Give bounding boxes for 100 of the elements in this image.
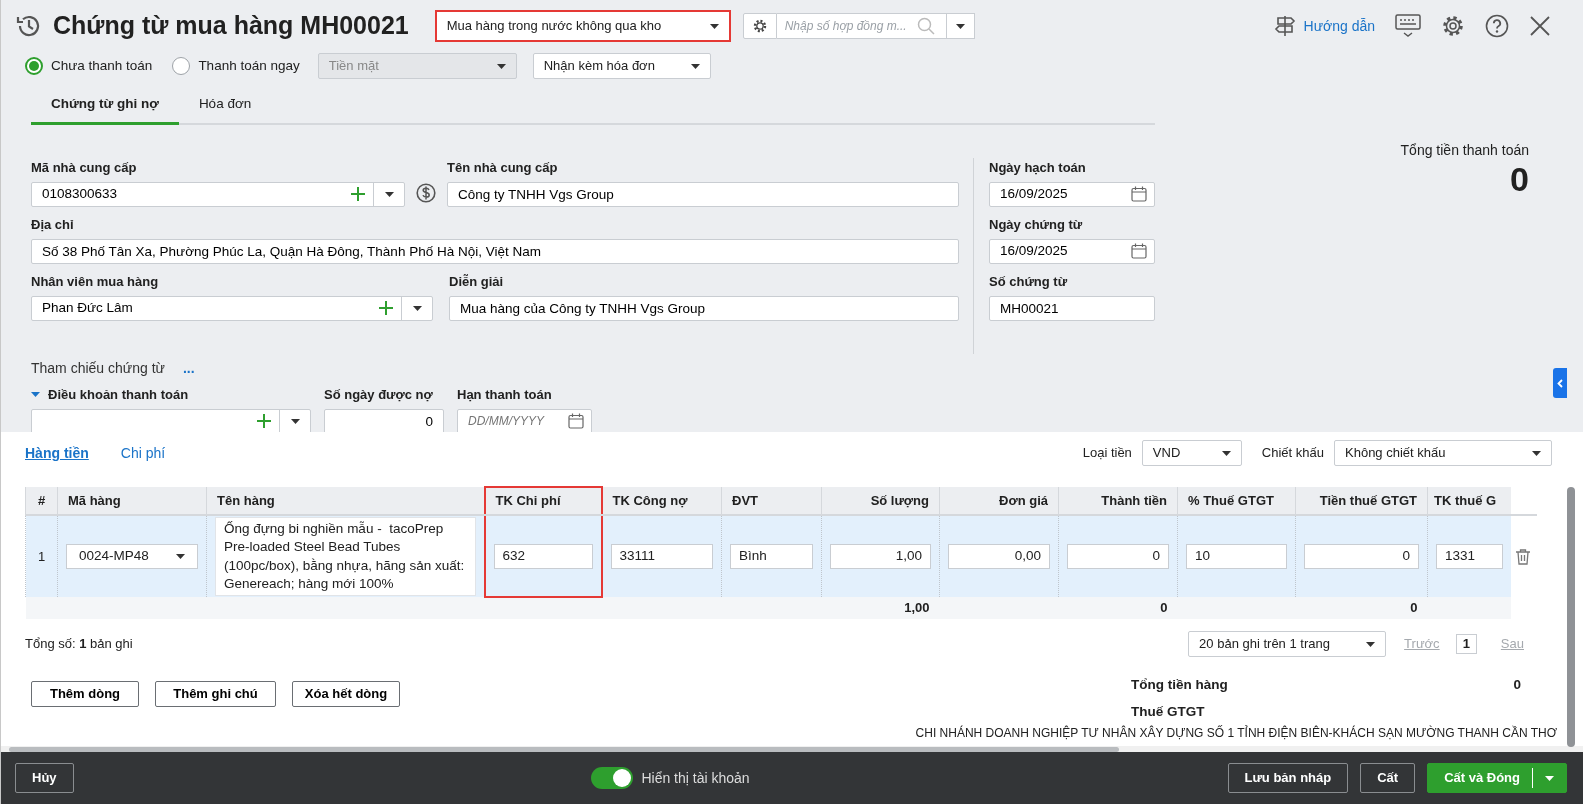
input-field[interactable]: 0108300633 <box>32 184 351 205</box>
field-label: Mã nhà cung cấp <box>31 159 138 178</box>
chevron-left-icon <box>1557 378 1563 388</box>
calendar-icon[interactable] <box>568 413 584 430</box>
plus-icon[interactable] <box>379 301 393 316</box>
tab[interactable]: Hóa đơn <box>178 88 272 126</box>
close-icon[interactable] <box>1529 15 1551 37</box>
settings-button[interactable] <box>742 13 777 39</box>
action-button[interactable]: Thêm dòng <box>31 681 139 707</box>
search-field[interactable]: Nhập số hợp đồng m... <box>776 13 975 39</box>
action-button[interactable]: Thêm ghi chú <box>155 681 276 707</box>
column-header[interactable]: Thành tiền <box>1058 487 1178 515</box>
tab[interactable]: Chi phí <box>120 442 166 464</box>
dropdown[interactable]: VND <box>1141 440 1242 466</box>
footer-button[interactable]: Lưu bản nháp <box>1227 763 1349 793</box>
input-field[interactable]: 16/09/2025 <box>990 241 1124 262</box>
column-header[interactable]: TK Công nợ <box>601 487 722 515</box>
total-value: 1,00 <box>903 599 930 618</box>
input-field[interactable]: Công ty TNHH Vgs Group <box>447 181 959 207</box>
field-label: Tên nhà cung cấp <box>447 159 559 178</box>
plus-icon[interactable] <box>257 414 271 429</box>
input-field[interactable]: 1331 <box>1436 544 1503 569</box>
settings-icon[interactable] <box>1441 14 1465 38</box>
calendar-icon[interactable] <box>1131 243 1147 260</box>
input-field[interactable]: 33111 <box>610 544 713 569</box>
settings-icon <box>752 19 767 33</box>
tab[interactable]: Hàng tiền <box>25 442 89 464</box>
column-header[interactable]: Tiền thuế GTGT <box>1295 487 1428 515</box>
input-field[interactable]: Phan Đức Lâm <box>32 298 379 319</box>
dropdown[interactable]: 0024-MP48 <box>66 544 198 569</box>
action-button[interactable]: Xóa hết dòng <box>292 681 400 707</box>
column-header[interactable]: Tên hàng <box>206 487 485 515</box>
input-field[interactable]: 0,00 <box>948 544 1050 569</box>
radio-button[interactable] <box>172 57 191 75</box>
field-label: Hạn thanh toán <box>457 386 553 405</box>
cancel-button[interactable]: Hủy <box>15 763 74 793</box>
column-header[interactable]: ĐVT <box>721 487 822 515</box>
caret-icon <box>690 63 700 69</box>
text-area[interactable]: Ống đựng bi nghiền mẫu - tacoPrep Pre-loaded Steel Bead Tubes (100pc/box), bằng nhựa, hãng sản xuất: Genereach; hàng mới 100% <box>215 517 476 596</box>
column-header[interactable]: % Thuế GTGT <box>1177 487 1296 515</box>
page-number[interactable]: 1 <box>1455 634 1477 654</box>
trash-icon[interactable] <box>1514 549 1531 566</box>
help-icon[interactable] <box>1485 14 1509 38</box>
more-link[interactable]: ... <box>182 358 195 380</box>
keyboard-icon[interactable] <box>1395 14 1421 38</box>
date-field[interactable]: DD/MM/YYYY <box>457 408 592 434</box>
caret-icon <box>955 23 965 29</box>
signpost-icon[interactable] <box>1273 15 1296 37</box>
field-label: Nhân viên mua hàng <box>31 273 160 292</box>
footer-button[interactable]: Cất <box>1360 763 1416 793</box>
input-field[interactable]: 0 <box>1067 544 1169 569</box>
dropdown[interactable]: 20 bản ghi trên 1 trang <box>1188 631 1387 657</box>
date-field[interactable]: 16/09/2025 <box>989 181 1155 207</box>
column-header[interactable]: Mã hàng <box>57 487 207 515</box>
scrollbar[interactable] <box>1567 487 1575 747</box>
caret-icon <box>176 554 185 559</box>
company-name: CHI NHÁNH DOANH NGHIỆP TƯ NHÂN XÂY DỰNG SỐ 1 TỈNH ĐIỆN BIÊN-KHÁCH SẠN MƯỜNG THANH CẦN THƠ <box>915 724 1557 742</box>
input-field[interactable]: 1,00 <box>830 544 931 569</box>
combo-box[interactable]: 0108300633 <box>31 181 405 207</box>
date-field[interactable]: 16/09/2025 <box>989 238 1155 264</box>
dollar-icon[interactable] <box>416 183 436 204</box>
radio-button[interactable] <box>25 57 43 75</box>
guide-link[interactable]: Hướng dẫn <box>1303 15 1375 37</box>
field-label: Diễn giải <box>449 273 505 292</box>
calendar-icon[interactable] <box>1131 186 1147 203</box>
dropdown[interactable]: Nhận kèm hóa đơn <box>532 53 711 79</box>
input-field[interactable]: 0 <box>1304 544 1419 569</box>
input-field[interactable]: Số 38 Phố Tân Xa, Phường Phúc La, Quận Hà Đông, Thành Phố Hà Nội, Việt Nam <box>31 238 959 264</box>
total-value: 0 <box>1159 599 1168 618</box>
input-field[interactable]: 632 <box>493 543 593 569</box>
input-field[interactable]: DD/MM/YYYY <box>458 412 561 431</box>
toggle-switch[interactable] <box>591 767 634 789</box>
input-field[interactable]: MH00021 <box>989 295 1155 321</box>
field-label: Chiết khấu <box>1261 444 1324 463</box>
input-field[interactable]: 16/09/2025 <box>990 184 1124 205</box>
column-header[interactable]: Số lượng <box>821 487 940 515</box>
panel-toggle[interactable] <box>1553 368 1567 398</box>
record-count: Tổng số: 1 bản ghi <box>25 635 133 654</box>
total-label: Tổng tiền thanh toán <box>1399 141 1529 161</box>
summary-label: Thuế GTGT <box>1131 703 1205 721</box>
dropdown[interactable]: Không chiết khấu <box>1334 440 1552 466</box>
input-field[interactable]: Bình <box>730 544 813 569</box>
tab[interactable]: Chứng từ ghi nợ <box>31 88 179 126</box>
column-header[interactable]: TK thuế G <box>1427 487 1511 515</box>
type-dropdown[interactable]: Mua hàng trong nước không qua kho <box>434 10 731 42</box>
column-header[interactable]: Đơn giá <box>939 487 1059 515</box>
total-amount: 0 <box>1509 161 1529 199</box>
combo-box[interactable]: Phan Đức Lâm <box>31 295 433 321</box>
caret-icon <box>496 63 506 69</box>
plus-icon[interactable] <box>351 187 365 202</box>
caret-icon <box>1221 450 1231 456</box>
input-field[interactable]: 0 <box>324 408 444 434</box>
input-field[interactable]: Mua hàng của Công ty TNHH Vgs Group <box>449 295 959 321</box>
column-header[interactable]: TK Chi phí <box>484 487 602 515</box>
scrollbar[interactable] <box>9 746 1119 752</box>
caret-icon <box>412 305 422 311</box>
column-header[interactable]: # <box>25 487 58 515</box>
caret-icon[interactable] <box>31 392 40 398</box>
radio-label: Thanh toán ngay <box>198 56 300 75</box>
input-field[interactable]: 10 <box>1186 544 1287 569</box>
